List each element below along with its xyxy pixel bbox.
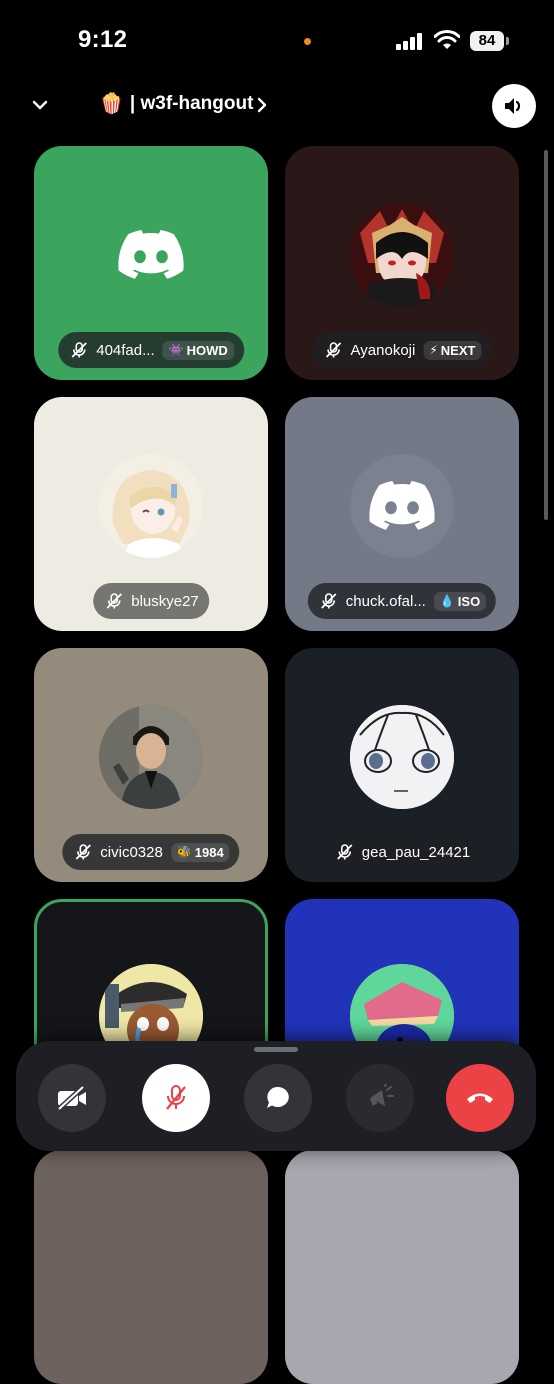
mic-muted-icon: [321, 593, 337, 609]
avatar: [350, 203, 454, 307]
username: 404fad...: [96, 341, 155, 359]
username: Ayanokoji: [350, 341, 416, 359]
hang-up-icon: [467, 1093, 493, 1103]
participant-tile[interactable]: gea_pau_24421: [285, 648, 519, 882]
wifi-icon: [434, 30, 460, 49]
channel-name: | w3f-hangout: [129, 92, 254, 114]
drag-handle[interactable]: [254, 1047, 298, 1052]
username: chuck.ofal...: [345, 592, 426, 610]
server-tag: ⚡ NEXT: [423, 340, 482, 360]
speaker-icon: [505, 98, 521, 114]
avatar: [99, 454, 203, 558]
status-time: 9:12: [78, 26, 128, 53]
participant-tile[interactable]: Ayanokoji ⚡ NEXT: [285, 146, 519, 380]
discord-logo-icon: [369, 481, 435, 530]
mic-muted-icon: [106, 593, 122, 609]
soundboard-icon: [370, 1084, 394, 1106]
participant-tile[interactable]: [285, 1150, 519, 1384]
server-tag: 💧 ISO: [433, 591, 487, 611]
username-pill: civic0328 🐝 1984: [62, 834, 240, 870]
cartoon-avatar-image: [350, 705, 454, 809]
chat-button[interactable]: [244, 1064, 312, 1132]
tag-icon: 💧: [439, 594, 455, 608]
camera-toggle-button[interactable]: [38, 1064, 106, 1132]
mic-muted-icon: [325, 342, 342, 358]
cellular-signal-icon: [396, 32, 426, 50]
username-pill: chuck.ofal... 💧 ISO: [307, 583, 497, 619]
server-tag: 👾 HOWD: [162, 340, 234, 360]
mic-muted-icon: [166, 1085, 186, 1110]
battery-cap: [506, 37, 509, 45]
participant-tile[interactable]: bluskye27: [34, 397, 268, 631]
tag-icon: ⚡: [429, 343, 438, 357]
username-pill: Ayanokoji ⚡ NEXT: [312, 332, 492, 368]
tag-label: ISO: [457, 593, 481, 609]
tag-label: HOWD: [186, 342, 228, 358]
end-call-button[interactable]: [446, 1064, 514, 1132]
discord-logo-icon: [118, 230, 184, 279]
tag-icon: 🐝: [176, 845, 192, 859]
channel-emoji: 🍿: [99, 93, 124, 115]
username: bluskye27: [131, 592, 199, 610]
chat-bubble-icon: [267, 1086, 289, 1108]
camera-off-icon: [57, 1085, 86, 1111]
mute-toggle-button[interactable]: [142, 1064, 210, 1132]
speaker-output-button[interactable]: [492, 84, 536, 128]
participant-tile[interactable]: chuck.ofal... 💧 ISO: [285, 397, 519, 631]
scrollbar[interactable]: [544, 150, 548, 520]
soundboard-button[interactable]: [346, 1064, 414, 1132]
anime-avatar-image: [99, 454, 203, 558]
channel-title[interactable]: 🍿 | w3f-hangout: [99, 91, 253, 116]
avatar: [99, 203, 203, 307]
mic-muted-icon: [75, 844, 91, 860]
tag-label: 1984: [194, 844, 224, 860]
avatar: [99, 705, 203, 809]
call-control-bar: [16, 1041, 536, 1151]
chevron-down-icon[interactable]: [31, 96, 49, 114]
participant-tile[interactable]: [34, 1150, 268, 1384]
participant-tile[interactable]: civic0328 🐝 1984: [34, 648, 268, 882]
recording-indicator: [304, 38, 311, 45]
anime-avatar-image: [350, 203, 454, 307]
server-tag: 🐝 1984: [170, 842, 230, 862]
tag-icon: 👾: [168, 343, 184, 357]
participant-tile[interactable]: 404fad... 👾 HOWD: [34, 146, 268, 380]
username-pill: 404fad... 👾 HOWD: [58, 332, 244, 368]
username-pill: gea_pau_24421: [323, 834, 481, 870]
mic-muted-icon: [337, 844, 353, 860]
chevron-right-icon[interactable]: [255, 96, 269, 114]
tag-label: NEXT: [440, 342, 476, 358]
username: gea_pau_24421: [361, 843, 471, 861]
mic-muted-icon: [71, 342, 87, 358]
avatar: [350, 705, 454, 809]
battery-indicator: 84: [470, 31, 504, 51]
username: civic0328: [100, 843, 163, 861]
avatar: [350, 454, 454, 558]
username-pill: bluskye27: [93, 583, 209, 619]
photo-avatar-image: [99, 705, 203, 809]
